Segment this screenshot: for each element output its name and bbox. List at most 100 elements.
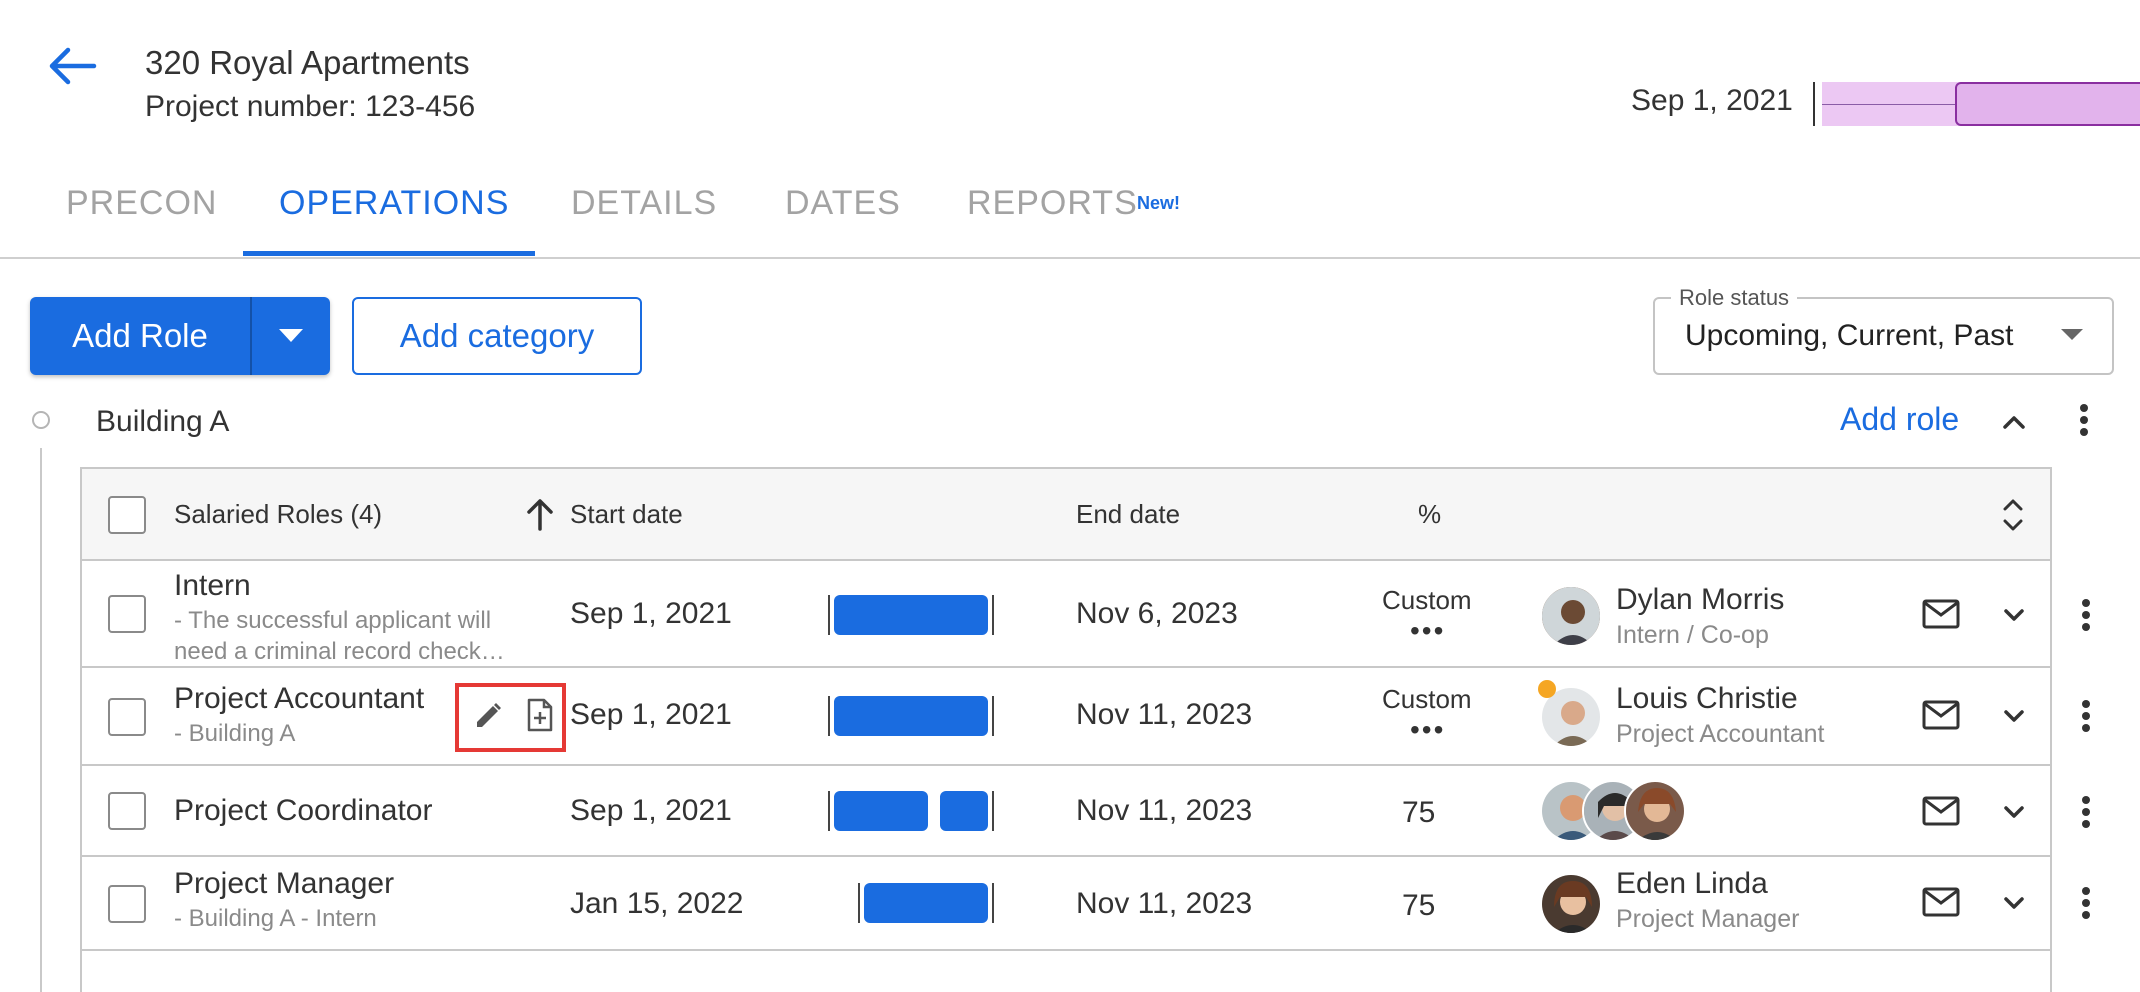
assignee-name[interactable]: Dylan Morris [1616, 583, 1784, 617]
category-title: Building A [96, 405, 230, 438]
select-all-checkbox[interactable] [108, 496, 146, 534]
table-row[interactable]: Project Accountant - Building A Sep 1, 2… [82, 668, 2090, 766]
category-more-button[interactable] [2070, 398, 2098, 442]
collapse-button[interactable] [1996, 404, 2032, 440]
range-start-tick [828, 791, 830, 831]
role-duration-bar [864, 883, 988, 923]
more-vertical-icon [2082, 887, 2090, 919]
table-row[interactable]: Intern - The successful applicant will n… [82, 561, 2090, 668]
assignee-name[interactable]: Eden Linda [1616, 867, 1768, 901]
arrow-up-icon [527, 499, 553, 531]
range-start-tick [858, 883, 860, 923]
add-category-button[interactable]: Add category [352, 297, 642, 375]
row-more-button[interactable] [2074, 881, 2098, 925]
role-status-label: Role status [1671, 285, 1798, 311]
more-vertical-icon [2082, 599, 2090, 631]
back-arrow-button[interactable] [44, 44, 98, 88]
avatar[interactable] [1624, 780, 1686, 842]
project-title: 320 Royal Apartments [145, 44, 470, 81]
chevron-down-icon [2004, 897, 2024, 909]
roles-table: Salaried Roles (4) Start date End date %… [80, 467, 2090, 992]
column-header-roles: Salaried Roles (4) [174, 499, 383, 529]
row-checkbox[interactable] [108, 885, 146, 923]
table-row[interactable]: Project Manager - Building A - Intern Ja… [82, 857, 2090, 951]
column-header-end-date[interactable]: End date [1076, 499, 1180, 530]
chevron-down-icon [2004, 609, 2024, 621]
email-button[interactable] [1922, 796, 1960, 826]
expand-row-button[interactable] [2000, 798, 2028, 826]
assignee-name[interactable]: Louis Christie [1616, 682, 1798, 716]
avatar[interactable] [1540, 873, 1602, 935]
avatar[interactable] [1540, 585, 1602, 647]
role-status-value: Upcoming, Current, Past [1685, 319, 2014, 352]
assignee-role: Project Accountant [1616, 720, 1825, 748]
status-dot [1538, 680, 1556, 698]
role-name: Project Manager [174, 867, 395, 900]
allocation-details-button[interactable]: ••• [1410, 615, 1445, 647]
more-vertical-icon [2080, 404, 2088, 436]
arrow-left-icon [49, 47, 97, 85]
end-date: Nov 11, 2023 [1076, 698, 1253, 731]
table-header: Salaried Roles (4) Start date End date % [82, 469, 2050, 561]
tabs-divider [0, 257, 2140, 259]
expand-row-button[interactable] [2000, 889, 2028, 917]
category-tree-line [40, 448, 42, 992]
edit-actions-highlight [455, 683, 566, 752]
timeline-start-date: Sep 1, 2021 [1631, 84, 1793, 117]
allocation-details-button[interactable]: ••• [1410, 714, 1445, 746]
tab-dates[interactable]: DATES [785, 184, 901, 223]
new-badge: New! [1137, 193, 1181, 213]
active-tab-indicator [243, 251, 535, 256]
end-date: Nov 11, 2023 [1076, 887, 1253, 920]
role-duration-bar [834, 791, 928, 831]
timeline-start-marker [1813, 82, 1815, 126]
chevron-up-icon [2003, 416, 2025, 429]
range-end-tick [992, 696, 994, 736]
tab-reports[interactable]: REPORTS [967, 184, 1138, 223]
range-end-tick [992, 791, 994, 831]
tab-operations[interactable]: OPERATIONS [279, 184, 509, 223]
row-more-button[interactable] [2074, 790, 2098, 834]
chevron-down-icon [2004, 710, 2024, 722]
allocation-percent: Custom [1382, 684, 1472, 714]
expand-all-button[interactable] [2000, 495, 2026, 535]
more-vertical-icon [2082, 796, 2090, 828]
add-role-dropdown-button[interactable] [252, 297, 330, 375]
unfold-icon [2003, 499, 2023, 531]
row-more-button[interactable] [2074, 694, 2098, 738]
email-button[interactable] [1922, 700, 1960, 730]
email-button[interactable] [1922, 599, 1960, 629]
add-role-split-button: Add Role [30, 297, 330, 375]
expand-row-button[interactable] [2000, 702, 2028, 730]
mail-icon [1922, 887, 1960, 917]
role-status-select[interactable]: Role status Upcoming, Current, Past [1653, 285, 2114, 375]
expand-row-button[interactable] [2000, 601, 2028, 629]
row-checkbox[interactable] [108, 792, 146, 830]
table-row[interactable]: Project Coordinator Sep 1, 2021 Nov 11, … [82, 766, 2090, 857]
end-date: Nov 11, 2023 [1076, 794, 1253, 827]
project-number: Project number: 123-456 [145, 90, 476, 123]
allocation-percent: 75 [1402, 889, 1436, 922]
role-description: - The successful applicant will need a c… [174, 607, 505, 665]
row-checkbox[interactable] [108, 595, 146, 633]
row-more-button[interactable] [2074, 593, 2098, 637]
range-start-tick [828, 595, 830, 635]
column-header-start-date[interactable]: Start date [570, 499, 683, 530]
mail-icon [1922, 599, 1960, 629]
role-duration-bar [834, 696, 988, 736]
category-add-role-link[interactable]: Add role [1840, 401, 1959, 438]
caret-down-icon [279, 329, 303, 342]
tab-precon[interactable]: PRECON [66, 184, 217, 223]
chevron-down-icon [2004, 806, 2024, 818]
timeline-selected-range[interactable] [1955, 82, 2140, 126]
row-checkbox[interactable] [108, 698, 146, 736]
sort-button[interactable] [524, 497, 556, 531]
range-start-tick [828, 696, 830, 736]
role-name: Project Accountant [174, 682, 425, 715]
start-date: Sep 1, 2021 [570, 794, 732, 827]
email-button[interactable] [1922, 887, 1960, 917]
tab-details[interactable]: DETAILS [571, 184, 717, 223]
assignee-role: Intern / Co-op [1616, 621, 1769, 649]
add-role-button[interactable]: Add Role [30, 297, 250, 375]
mail-icon [1922, 700, 1960, 730]
